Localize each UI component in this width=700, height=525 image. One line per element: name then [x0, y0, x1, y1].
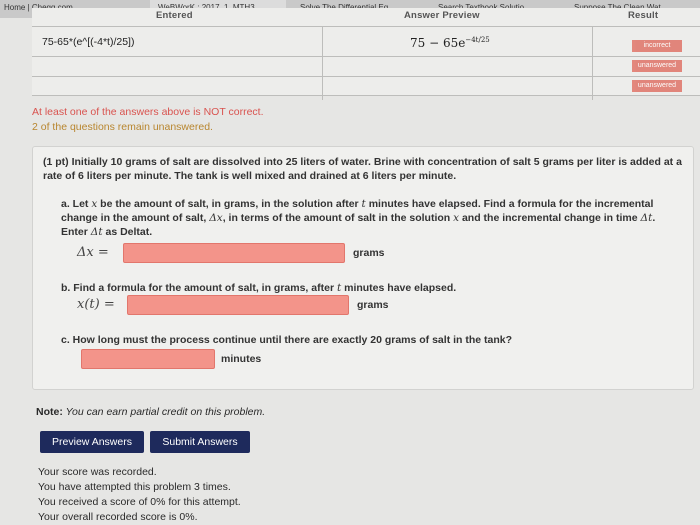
- part-c-text: c. How long must the process continue un…: [61, 334, 513, 346]
- problem-statement: (1 pt) Initially 10 grams of salt are di…: [43, 156, 682, 182]
- result-badge-unanswered: unanswered: [632, 80, 682, 92]
- overall-score-text: Your overall recorded score is 0%.: [38, 511, 198, 523]
- part-a-answer-row: Δx = grams: [77, 243, 397, 263]
- attempt-score-text: You received a score of 0% for this atte…: [38, 496, 241, 508]
- note-text: You can earn partial credit on this prob…: [62, 406, 266, 418]
- submit-answers-button[interactable]: Submit Answers: [150, 431, 250, 453]
- column-header-entered: Entered: [156, 10, 193, 21]
- preview-base: 75 − 65e: [410, 36, 466, 50]
- table-divider: [32, 56, 700, 57]
- unanswered-message: 2 of the questions remain unanswered.: [32, 121, 213, 133]
- x-of-t-input[interactable]: [127, 295, 349, 315]
- time-input[interactable]: [81, 349, 215, 369]
- table-divider: [32, 26, 700, 27]
- table-divider: [32, 95, 700, 96]
- entered-answer-cell: 75-65*(e^[(-4*t)/25]): [42, 36, 135, 48]
- part-a-text: a. Let x be the amount of salt, in grams…: [61, 198, 656, 238]
- preview-exponent: −4t/25: [465, 36, 490, 44]
- part-a-unit: grams: [353, 247, 385, 259]
- result-badge-unanswered: unanswered: [632, 60, 682, 72]
- partial-credit-note: Note: You can earn partial credit on thi…: [36, 406, 265, 418]
- score-recorded-text: Your score was recorded.: [38, 466, 157, 478]
- part-b-unit: grams: [357, 299, 389, 311]
- attempts-text: You have attempted this problem 3 times.: [38, 481, 231, 493]
- x-of-t-label: x(t) =: [77, 297, 115, 312]
- delta-x-input[interactable]: [123, 243, 345, 263]
- column-header-answer-preview: Answer Preview: [404, 10, 480, 21]
- not-correct-message: At least one of the answers above is NOT…: [32, 106, 264, 118]
- part-b-answer-row: x(t) = grams: [77, 295, 407, 315]
- note-label: Note:: [36, 406, 63, 418]
- part-b-text: b. Find a formula for the amount of salt…: [61, 282, 457, 294]
- table-divider: [592, 26, 593, 100]
- preview-answers-button[interactable]: Preview Answers: [40, 431, 144, 453]
- problem-panel: (1 pt) Initially 10 grams of salt are di…: [32, 146, 694, 390]
- table-divider: [32, 76, 700, 77]
- table-divider: [322, 26, 323, 100]
- part-c-answer-row: minutes: [77, 349, 297, 369]
- delta-x-label: Δx =: [77, 245, 109, 260]
- column-header-result: Result: [628, 10, 659, 21]
- result-badge-incorrect: incorrect: [632, 40, 682, 52]
- answer-preview-cell: 75 − 65e−4t/25: [410, 36, 490, 50]
- results-table: Entered Answer Preview Result 75-65*(e^[…: [32, 8, 700, 100]
- part-c-unit: minutes: [221, 353, 262, 365]
